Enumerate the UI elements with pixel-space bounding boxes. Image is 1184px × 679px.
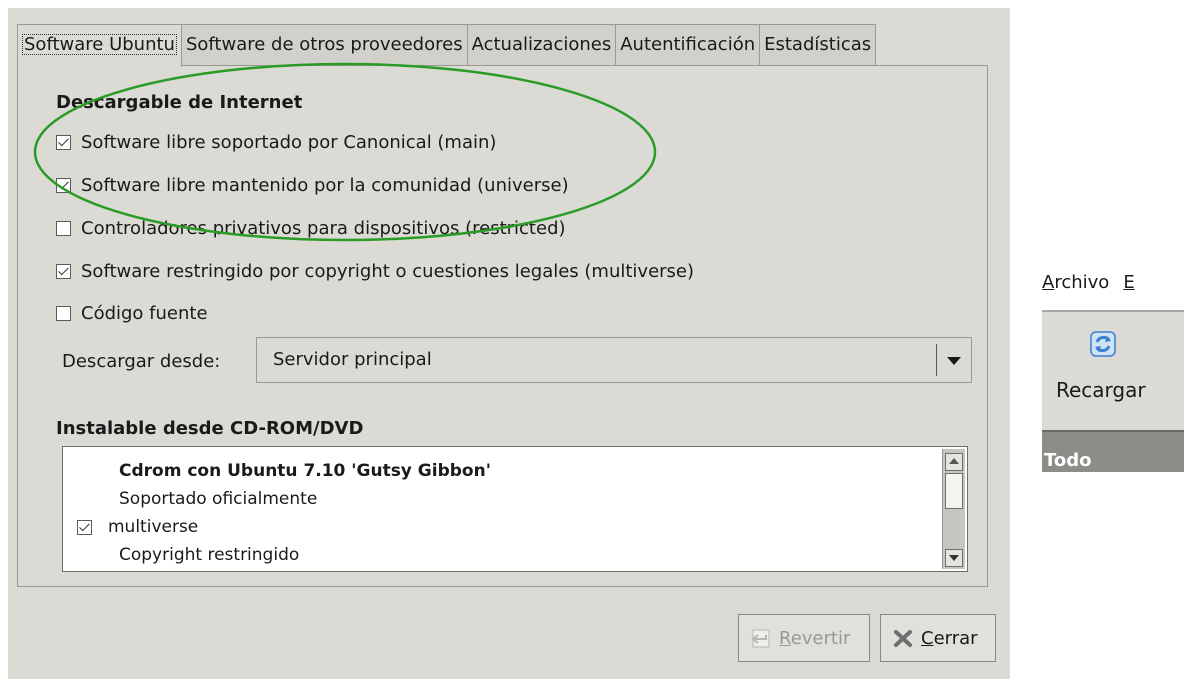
download-server-value: Servidor principal [273, 349, 432, 370]
option-source-code-label: Código fuente [81, 303, 208, 324]
cdrom-entry-component[interactable]: multiverse [77, 517, 198, 537]
cdrom-entry-line: Copyright restringido [119, 545, 300, 565]
option-multiverse-label: Software restringido por copyright o cue… [81, 261, 695, 282]
option-main[interactable]: Software libre soportado por Canonical (… [56, 132, 496, 153]
option-restricted[interactable]: Controladores privativos para dispositiv… [56, 218, 566, 239]
revert-icon [751, 629, 770, 648]
close-icon [894, 630, 912, 647]
cdrom-list-scrollbar[interactable] [942, 449, 965, 569]
browser-window-fragment: Archivo E Recargar Todo [1042, 272, 1184, 472]
cdrom-section-title: Instalable desde CD-ROM/DVD [56, 418, 364, 439]
scroll-down-icon[interactable] [945, 549, 963, 567]
option-restricted-label: Controladores privativos para dispositiv… [81, 218, 566, 239]
checkbox-restricted[interactable] [56, 221, 71, 236]
menubar: Archivo E [1042, 272, 1184, 310]
filter-all-row[interactable]: Todo [1042, 430, 1184, 472]
menubar-items: Archivo E [1042, 272, 1135, 293]
close-label: Cerrar [921, 627, 978, 649]
cdrom-entry-line: Soportado oficialmente [119, 489, 318, 509]
tab-bar: Software Ubuntu Software de otros provee… [17, 24, 877, 67]
checkbox-multiverse[interactable] [56, 264, 71, 279]
toolbar-divider [1042, 310, 1184, 312]
cdrom-list[interactable]: Cdrom con Ubuntu 7.10 'Gutsy Gibbon' Sop… [62, 446, 968, 572]
tab-third-party-software[interactable]: Software de otros proveedores [180, 24, 468, 65]
tab-software-ubuntu[interactable]: Software Ubuntu [17, 24, 182, 67]
reload-icon[interactable] [1089, 330, 1117, 358]
revert-label: Revertir [779, 627, 851, 649]
download-from-label: Descargar desde: [62, 351, 221, 372]
option-universe[interactable]: Software libre mantenido por la comunida… [56, 175, 569, 196]
reload-button-label[interactable]: Recargar [1056, 378, 1146, 402]
option-main-label: Software libre soportado por Canonical (… [81, 132, 497, 153]
menu-edit[interactable]: E [1123, 272, 1134, 293]
close-button[interactable]: Cerrar [880, 614, 996, 662]
menu-file[interactable]: Archivo [1042, 272, 1109, 293]
download-server-select[interactable]: Servidor principal [256, 337, 972, 383]
checkbox-cdrom-multiverse[interactable] [77, 519, 92, 535]
filter-all-label: Todo [1044, 450, 1092, 471]
cdrom-component-label: multiverse [108, 517, 199, 537]
internet-section-title: Descargable de Internet [56, 92, 303, 113]
revert-button[interactable]: Revertir [738, 614, 870, 662]
tab-statistics[interactable]: Estadísticas [759, 24, 877, 65]
option-multiverse[interactable]: Software restringido por copyright o cue… [56, 261, 694, 282]
checkbox-universe[interactable] [56, 178, 71, 193]
tab-authentication[interactable]: Autentificación [615, 24, 761, 65]
cdrom-entry-title: Cdrom con Ubuntu 7.10 'Gutsy Gibbon' [119, 461, 491, 481]
checkbox-main[interactable] [56, 135, 71, 150]
option-universe-label: Software libre mantenido por la comunida… [81, 175, 569, 196]
tab-label: Software Ubuntu [22, 34, 177, 55]
checkbox-source-code[interactable] [56, 306, 71, 321]
scroll-thumb[interactable] [945, 473, 963, 509]
scroll-up-icon[interactable] [945, 453, 963, 471]
option-source-code[interactable]: Código fuente [56, 303, 208, 324]
tab-updates[interactable]: Actualizaciones [466, 24, 617, 65]
chevron-down-icon[interactable] [936, 344, 971, 376]
